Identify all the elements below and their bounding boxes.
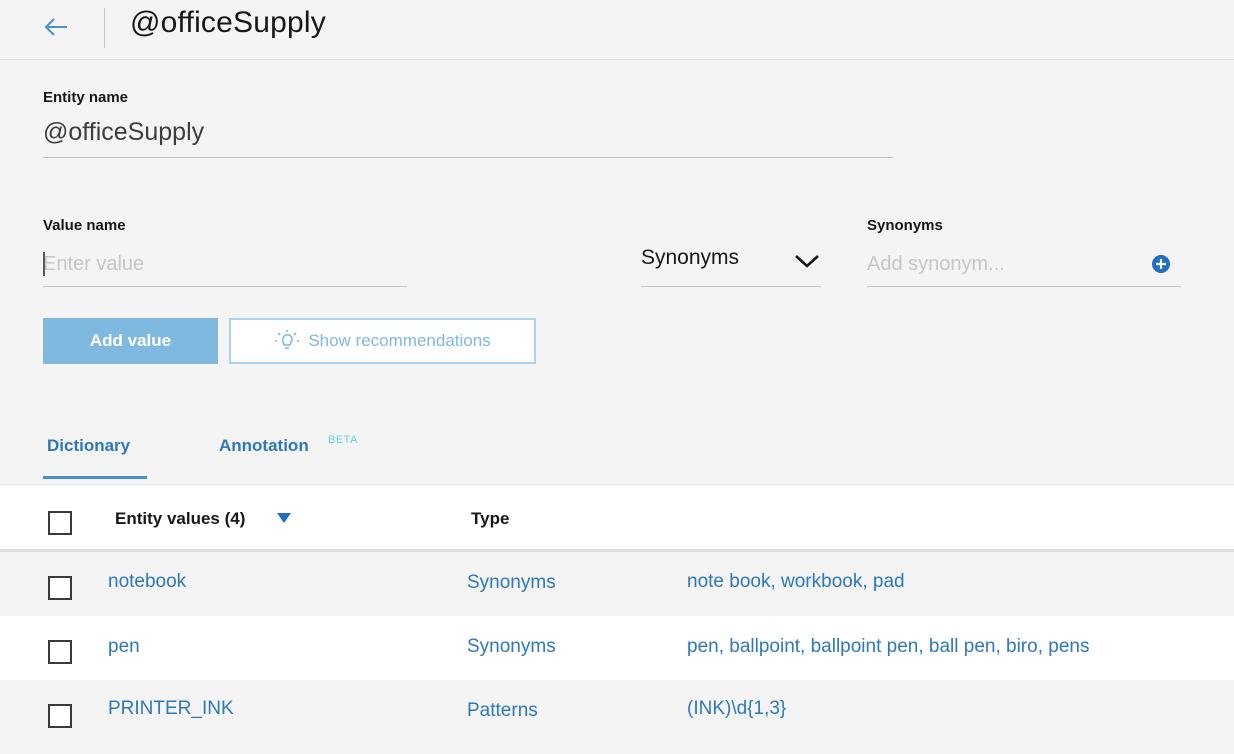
entity-name-underline: [43, 157, 893, 158]
type-cell: Synonyms: [467, 636, 556, 657]
entity-name-label: Entity name: [43, 89, 129, 106]
value-name-label: Value name: [43, 217, 126, 234]
back-button[interactable]: [38, 12, 74, 42]
table-header: Entity values (4) Type: [0, 484, 1234, 552]
patterns-cell: (INK)\d{1,3}: [687, 698, 787, 719]
table-row[interactable]: notebook Synonyms note book, workbook, p…: [0, 552, 1234, 616]
select-all-checkbox[interactable]: [48, 511, 72, 535]
page-title: @officeSupply: [130, 6, 326, 39]
synonyms-cell: note book, workbook, pad: [687, 571, 905, 592]
synonym-input[interactable]: [867, 248, 1137, 280]
type-header: Type: [471, 509, 510, 528]
beta-badge: BETA: [328, 434, 358, 446]
row-checkbox[interactable]: [48, 640, 72, 664]
active-tab-indicator: [43, 476, 147, 479]
entity-name-field[interactable]: @officeSupply: [43, 118, 204, 147]
add-synonym-button[interactable]: [1151, 254, 1171, 274]
synonyms-cell: pen, ballpoint, ballpoint pen, ball pen,…: [687, 636, 1090, 657]
chevron-down-icon: [795, 255, 819, 268]
add-value-button[interactable]: Add value: [43, 318, 218, 364]
tab-dictionary[interactable]: Dictionary: [47, 436, 130, 456]
table-row[interactable]: PRINTER_INK Patterns (INK)\d{1,3}: [0, 680, 1234, 744]
table-row[interactable]: pen Synonyms pen, ballpoint, ballpoint p…: [0, 616, 1234, 680]
show-recommendations-button[interactable]: Show recommendations: [229, 318, 536, 364]
row-checkbox[interactable]: [48, 704, 72, 728]
text-cursor: [43, 252, 45, 276]
type-dropdown-underline: [641, 286, 821, 287]
type-cell: Synonyms: [467, 572, 556, 593]
show-recommendations-label: Show recommendations: [308, 331, 491, 350]
value-name-underline: [43, 286, 407, 287]
type-dropdown[interactable]: Synonyms: [641, 240, 821, 280]
value-name-input[interactable]: [43, 248, 407, 280]
sort-down-icon[interactable]: [277, 513, 291, 523]
page-header: @officeSupply: [0, 0, 1234, 60]
row-checkbox[interactable]: [48, 576, 72, 600]
tab-annotation[interactable]: Annotation: [219, 436, 309, 456]
lightbulb-icon: [274, 329, 300, 353]
type-dropdown-value: Synonyms: [641, 246, 740, 269]
type-cell: Patterns: [467, 700, 538, 721]
entity-value-cell[interactable]: notebook: [108, 571, 186, 593]
entity-values-header: Entity values (4): [115, 509, 246, 528]
arrow-left-icon: [44, 18, 67, 36]
entity-value-cell[interactable]: pen: [108, 636, 140, 658]
header-divider: [104, 8, 105, 48]
entity-values-table: Entity values (4) Type notebook Synonyms…: [0, 484, 1234, 744]
synonyms-label: Synonyms: [867, 217, 943, 234]
entity-value-cell[interactable]: PRINTER_INK: [108, 698, 234, 720]
plus-circle-icon: [1152, 255, 1170, 273]
synonym-underline: [867, 286, 1181, 287]
